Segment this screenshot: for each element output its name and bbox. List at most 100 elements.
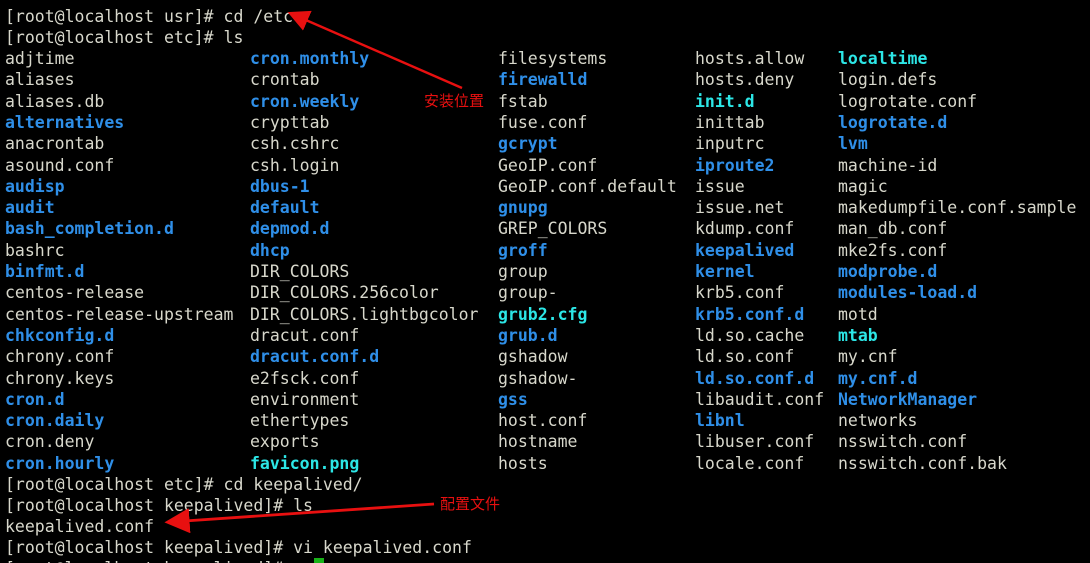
file-entry: makedumpfile.conf.sample (838, 198, 1077, 218)
file-entry: logrotate.conf (838, 91, 978, 111)
file-entry: dbus-1 (250, 176, 310, 196)
file-entry: ld.so.conf (695, 347, 795, 367)
prompt-text: [root@localhost usr]# cd /etc (5, 7, 294, 26)
ls-output-row: chkconfig.d dracut.conf grub.d ld.so.cache m… (0, 325, 1090, 346)
file-entry: gshadow (498, 347, 568, 367)
file-entry: hosts.deny (695, 70, 795, 90)
file-entry: filesystems (498, 49, 608, 68)
ls-output-row: bashrc dhcp groff keepalived mke2fs.conf (0, 240, 1090, 261)
file-entry: bash_completion.d (5, 219, 174, 239)
file-entry: nsswitch.conf (838, 432, 968, 452)
ls-output-row: audit default gnupg issue.net makedumpfile.c… (0, 197, 1090, 218)
file-entry: dracut.conf (250, 325, 360, 345)
annotation-label-install-location: 安装位置 (424, 92, 485, 110)
annotation-label-config-file: 配置文件 (440, 495, 501, 513)
file-entry: kdump.conf (695, 219, 795, 239)
file-entry: ethertypes (250, 411, 350, 431)
file-entry: group- (498, 283, 558, 303)
ls-output-row: alternatives crypttab fuse.conf inittab logr… (0, 112, 1090, 133)
file-entry: issue.net (695, 198, 785, 218)
file-entry: man_db.conf (838, 219, 948, 239)
ls-output-row: cron.deny exports hostname libuser.conf nssw… (0, 431, 1090, 452)
file-entry: NetworkManager (838, 389, 978, 409)
file-entry: networks (838, 411, 918, 431)
file-entry: grub2.cfg (498, 304, 588, 324)
terminal-line-prompt-2: [root@localhost etc]# ls (0, 27, 1090, 48)
file-entry: fstab (498, 91, 548, 111)
file-entry: kernel (695, 262, 755, 281)
prompt-text: [root@localhost keepalived]# vi keepaliv… (5, 538, 472, 557)
file-entry: binfmt.d (5, 262, 85, 281)
file-entry: aliases (5, 70, 75, 90)
file-entry: ld.so.cache (695, 325, 805, 345)
file-entry: crontab (250, 70, 320, 90)
file-entry: init.d (695, 91, 755, 111)
file-entry: centos-release (5, 283, 145, 303)
terminal-window[interactable]: [root@localhost usr]# cd /etc [root@loca… (0, 0, 1090, 563)
file-entry: GeoIP.conf (498, 155, 598, 175)
file-entry: hosts.allow (695, 49, 805, 68)
ls-output-row: centos-release DIR_COLORS.256color group-k… (0, 282, 1090, 303)
file-entry: DIR_COLORS.lightbgcolor (250, 304, 479, 324)
file-entry: krb5.conf (695, 283, 785, 303)
file-entry: gshadow- (498, 368, 578, 388)
file-entry: libuser.conf (695, 432, 815, 452)
prompt-text: [root@localhost etc]# ls (5, 28, 244, 47)
ls-output-row: audisp dbus-1 GeoIP.conf.default issue magic (0, 176, 1090, 197)
ls-output-row: chrony.conf dracut.conf.d gshadow ld.so.con… (0, 346, 1090, 367)
ls-output-row: anacrontab csh.cshrc gcrypt inputrc lvm (0, 133, 1090, 154)
file-entry: DIR_COLORS (250, 262, 350, 281)
file-entry: favicon.png (250, 453, 360, 473)
file-entry: gss (498, 389, 528, 409)
file-entry: machine-id (838, 155, 938, 175)
ls-output-row: binfmt.d DIR_COLORS group kernel modprobe.d (0, 261, 1090, 282)
file-entry: my.cnf (838, 347, 898, 367)
file-entry: GeoIP.conf.default (498, 176, 677, 196)
file-entry: DIR_COLORS.256color (250, 283, 439, 303)
ls-output-row: cron.hourly favicon.png hosts locale.conf ns… (0, 453, 1090, 474)
file-entry: cron.daily (5, 411, 105, 431)
file-entry: bashrc (5, 240, 65, 260)
prompt-text: [root@localhost etc]# cd keepalived/ (5, 475, 363, 494)
terminal-line-cd-keepalived: [root@localhost etc]# cd keepalived/ (0, 474, 1090, 495)
file-entry: gcrypt (498, 134, 558, 154)
file-entry: csh.login (250, 155, 340, 175)
file-entry: GREP_COLORS (498, 219, 608, 239)
ls-output-row: chrony.keys e2fsck.conf gshadow-ld.so.conf… (0, 368, 1090, 389)
file-entry: my.cnf.d (838, 368, 918, 388)
file-entry: motd (838, 304, 878, 324)
file-entry: magic (838, 176, 888, 196)
prompt-text: [root@localhost keepalived]# (5, 558, 293, 563)
file-entry: chkconfig.d (5, 325, 115, 345)
file-entry: audit (5, 198, 55, 218)
file-entry-keepalived-conf: keepalived.conf (5, 517, 155, 536)
terminal-line-prompt-1: [root@localhost usr]# cd /etc (0, 6, 1090, 27)
file-entry: depmod.d (250, 219, 330, 239)
file-entry: group (498, 262, 548, 281)
file-entry: locale.conf (695, 453, 805, 473)
file-entry: asound.conf (5, 155, 115, 175)
file-entry: firewalld (498, 70, 588, 90)
file-entry: default (250, 198, 320, 218)
file-entry: ld.so.conf.d (695, 368, 815, 388)
terminal-line-ls-2: [root@localhost keepalived]# ls (0, 495, 1090, 516)
file-entry: alternatives (5, 112, 125, 132)
file-entry: csh.cshrc (250, 134, 340, 154)
terminal-line-vi: [root@localhost keepalived]# vi keepaliv… (0, 537, 1090, 558)
terminal-line-keepalived-conf: keepalived.conf (0, 516, 1090, 537)
file-entry: crypttab (250, 112, 330, 132)
file-entry: inittab (695, 112, 765, 132)
file-entry: gnupg (498, 198, 548, 218)
terminal-cursor (314, 558, 324, 563)
ls-output-row: cron.daily ethertypes host.conf libnl networ… (0, 410, 1090, 431)
file-entry: adjtime (5, 49, 75, 68)
file-entry: cron.monthly (250, 49, 370, 68)
ls-output-row: aliases.db cron.weekly fstab init.d logrotat… (0, 91, 1090, 112)
file-entry: aliases.db (5, 91, 105, 111)
file-entry: hosts (498, 453, 548, 473)
file-entry: dhcp (250, 240, 290, 260)
file-entry: inputrc (695, 134, 765, 154)
file-entry: audisp (5, 176, 65, 196)
file-entry: hostname (498, 432, 578, 452)
file-entry: modules-load.d (838, 283, 978, 303)
